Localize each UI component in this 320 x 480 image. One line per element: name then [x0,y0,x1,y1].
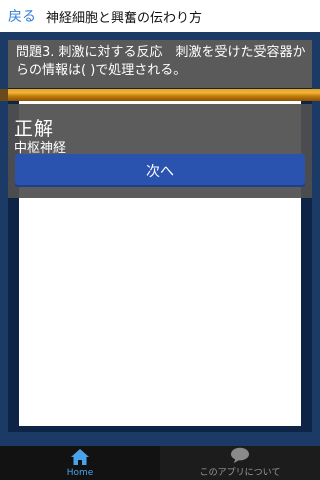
back-button[interactable]: 戻る [0,6,42,26]
home-icon [71,449,89,465]
tab-home[interactable]: Home [0,446,160,480]
top-bar: 戻る 神経細胞と興奮の伝わり方 [0,0,320,32]
tab-about-label: このアプリについて [199,468,281,478]
tab-bar: Home このアプリについて [0,446,320,480]
question-text: 問題3. 刺激に対する反応 刺激を受けた受容器からの情報は( )で処理される。 [16,45,306,78]
tab-about[interactable]: このアプリについて [160,446,320,480]
page-title: 神経細胞と興奮の伝わり方 [46,10,203,26]
divider-bar [0,89,320,101]
next-button[interactable]: 次へ [15,154,305,187]
tab-home-label: Home [66,468,94,478]
chat-bubble-icon [231,447,249,464]
question-box: 問題3. 刺激に対する反応 刺激を受けた受容器からの情報は( )で処理される。 [8,40,312,88]
